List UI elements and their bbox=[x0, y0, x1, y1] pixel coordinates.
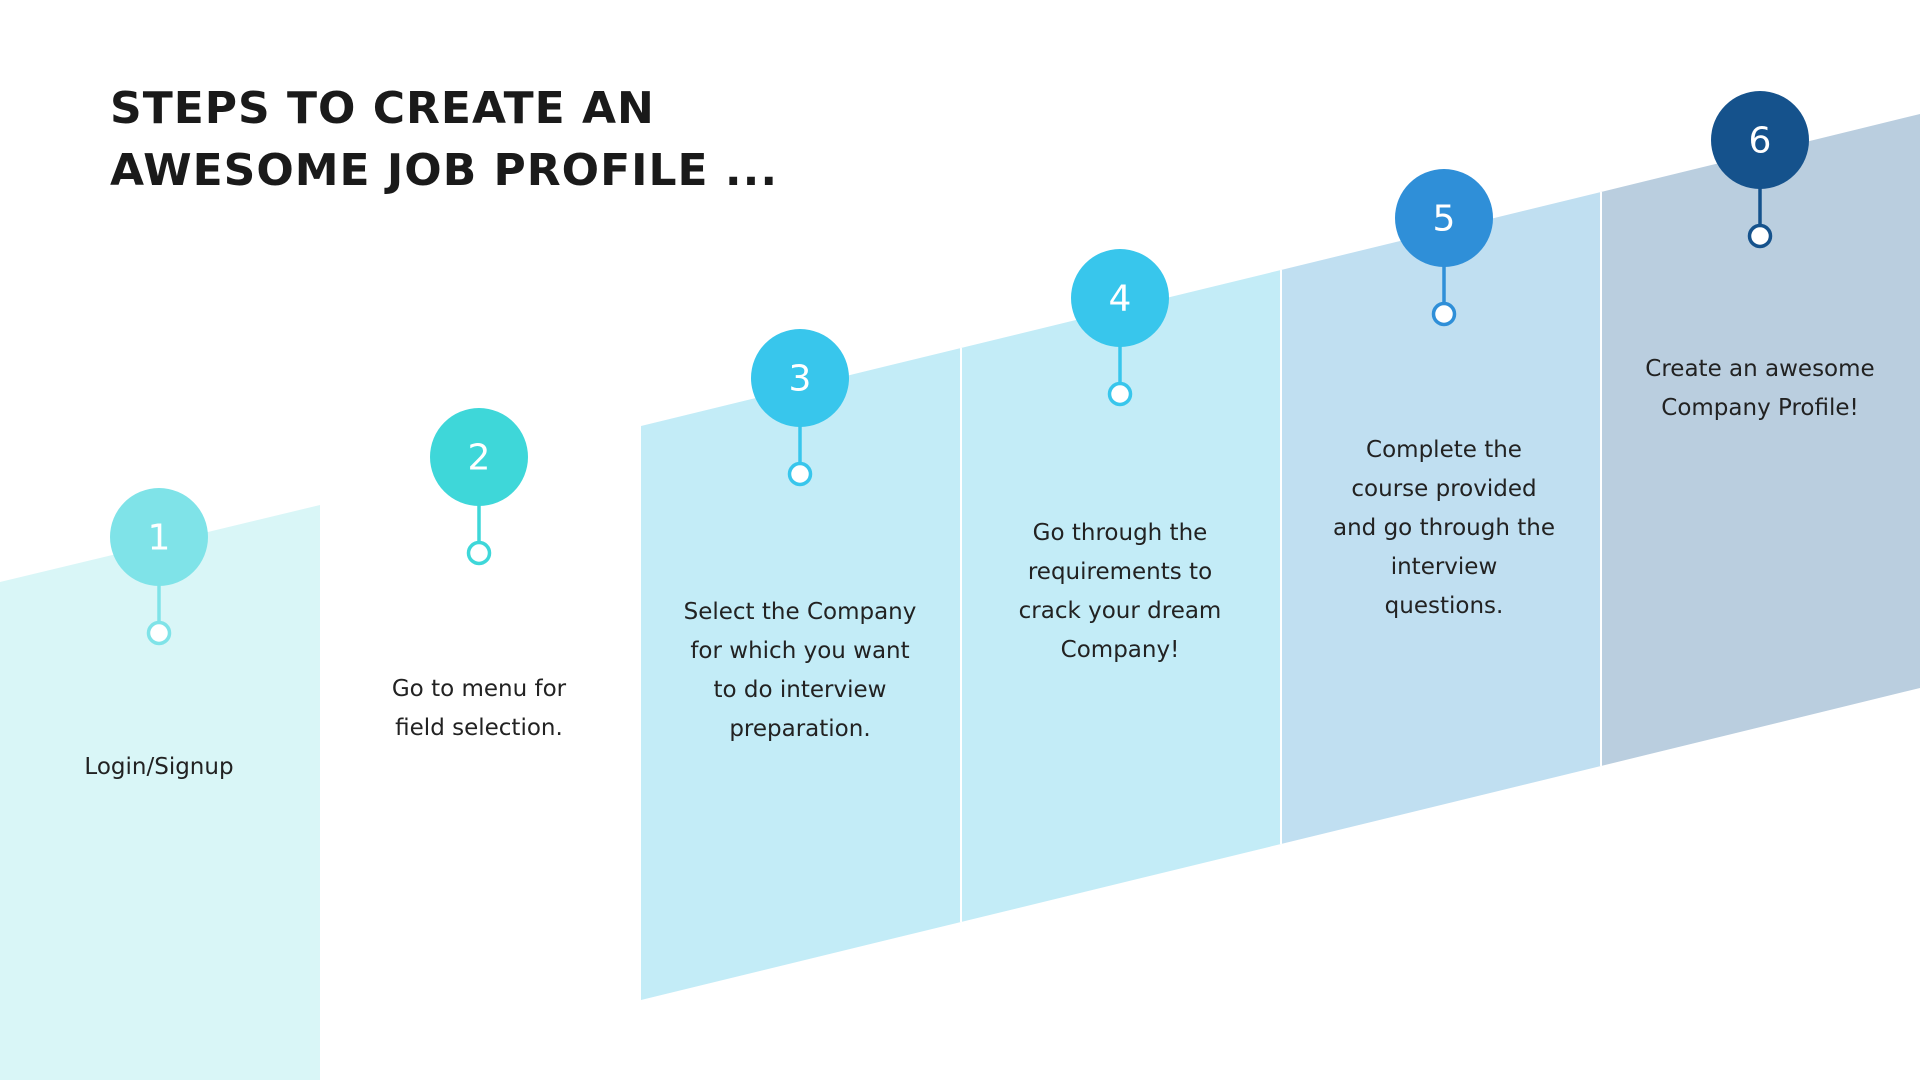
step-4-pin bbox=[1107, 381, 1133, 407]
step-1-number: 1 bbox=[148, 518, 171, 559]
title-line-2: AWESOME JOB PROFILE ... bbox=[110, 145, 779, 196]
step-1-pin bbox=[146, 620, 172, 646]
step-2-number: 2 bbox=[468, 438, 491, 479]
title-line-1: STEPS TO CREATE AN bbox=[110, 83, 655, 134]
step-6-description: Create an awesome Company Profile! bbox=[1645, 356, 1875, 421]
step-4-number: 4 bbox=[1109, 279, 1132, 320]
step-1-description: Login/Signup bbox=[84, 754, 234, 780]
step-6-number: 6 bbox=[1749, 121, 1772, 162]
steps-diagram: 1 2 3 4 5 6 STEPS TO CREATE AN AWESOME J… bbox=[0, 0, 1920, 1080]
step-2-pin bbox=[466, 540, 492, 566]
step-2-marker: 2 bbox=[430, 408, 528, 566]
step-3-number: 3 bbox=[789, 359, 812, 400]
step-4-description: Go through the requirements to crack you… bbox=[1018, 520, 1222, 663]
step-5-pin bbox=[1431, 301, 1457, 327]
step-3-pin bbox=[787, 461, 813, 487]
step-5-description: Complete the course provided and go thro… bbox=[1333, 437, 1555, 619]
step-3-description: Select the Company for which you want to… bbox=[683, 599, 917, 742]
step-2-description: Go to menu for field selection. bbox=[391, 676, 567, 741]
step-5-number: 5 bbox=[1433, 199, 1456, 240]
page-title: STEPS TO CREATE AN AWESOME JOB PROFILE .… bbox=[110, 78, 778, 202]
step-6-pin bbox=[1747, 223, 1773, 249]
